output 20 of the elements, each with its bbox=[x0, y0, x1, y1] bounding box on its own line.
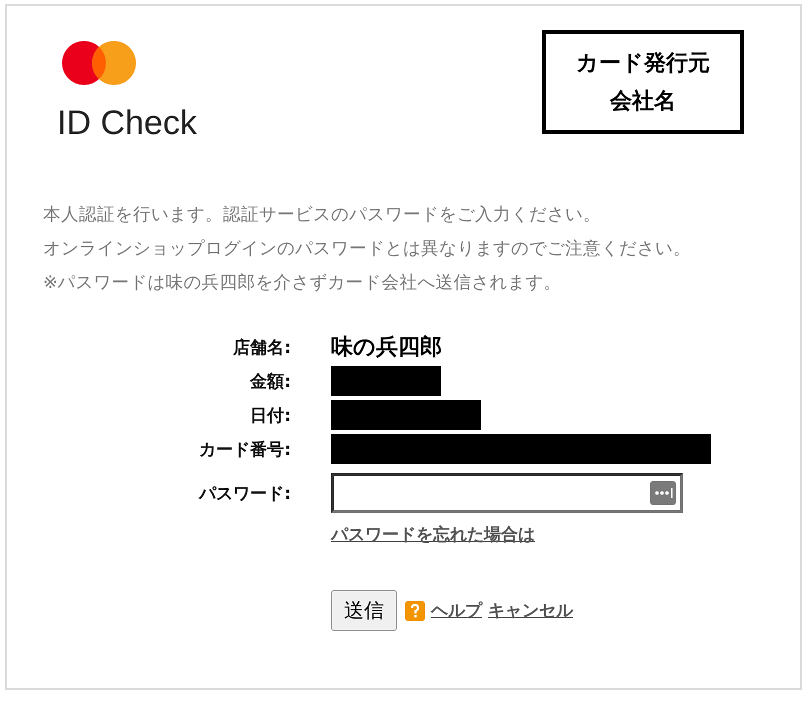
overlapping-circles-logo-icon bbox=[61, 40, 137, 86]
field-label: パスワード: bbox=[197, 482, 291, 506]
cancel-link[interactable]: キャンセル bbox=[488, 599, 573, 622]
instruction-text: オンラインショップログインのパスワードとは異なりますのでご注意ください。 bbox=[43, 238, 692, 261]
field-label: 店舗名: bbox=[232, 336, 291, 360]
password-field[interactable] bbox=[331, 473, 683, 513]
help-icon bbox=[405, 600, 425, 620]
instruction-text: 本人認証を行います。認証サービスのパスワードをご入力ください。 bbox=[43, 204, 602, 227]
store-name: 味の兵四郎 bbox=[331, 334, 442, 362]
submit-button[interactable]: 送信 bbox=[331, 590, 397, 631]
help-link[interactable]: ヘルプ bbox=[431, 599, 482, 622]
password-manager-icon[interactable] bbox=[650, 481, 676, 505]
issuer-name: カード発行元 bbox=[576, 50, 710, 78]
forgot-password-link[interactable]: パスワードを忘れた場合は bbox=[331, 522, 535, 546]
field-label: 金額: bbox=[249, 370, 291, 394]
issuer-name: 会社名 bbox=[610, 88, 676, 116]
field-label: カード番号: bbox=[198, 438, 291, 462]
instruction-text: ※パスワードは味の兵四郎を介さずカード会社へ送信されます。 bbox=[43, 272, 563, 295]
field-label: 日付: bbox=[249, 404, 291, 428]
brand-name: ID Check bbox=[57, 106, 197, 140]
